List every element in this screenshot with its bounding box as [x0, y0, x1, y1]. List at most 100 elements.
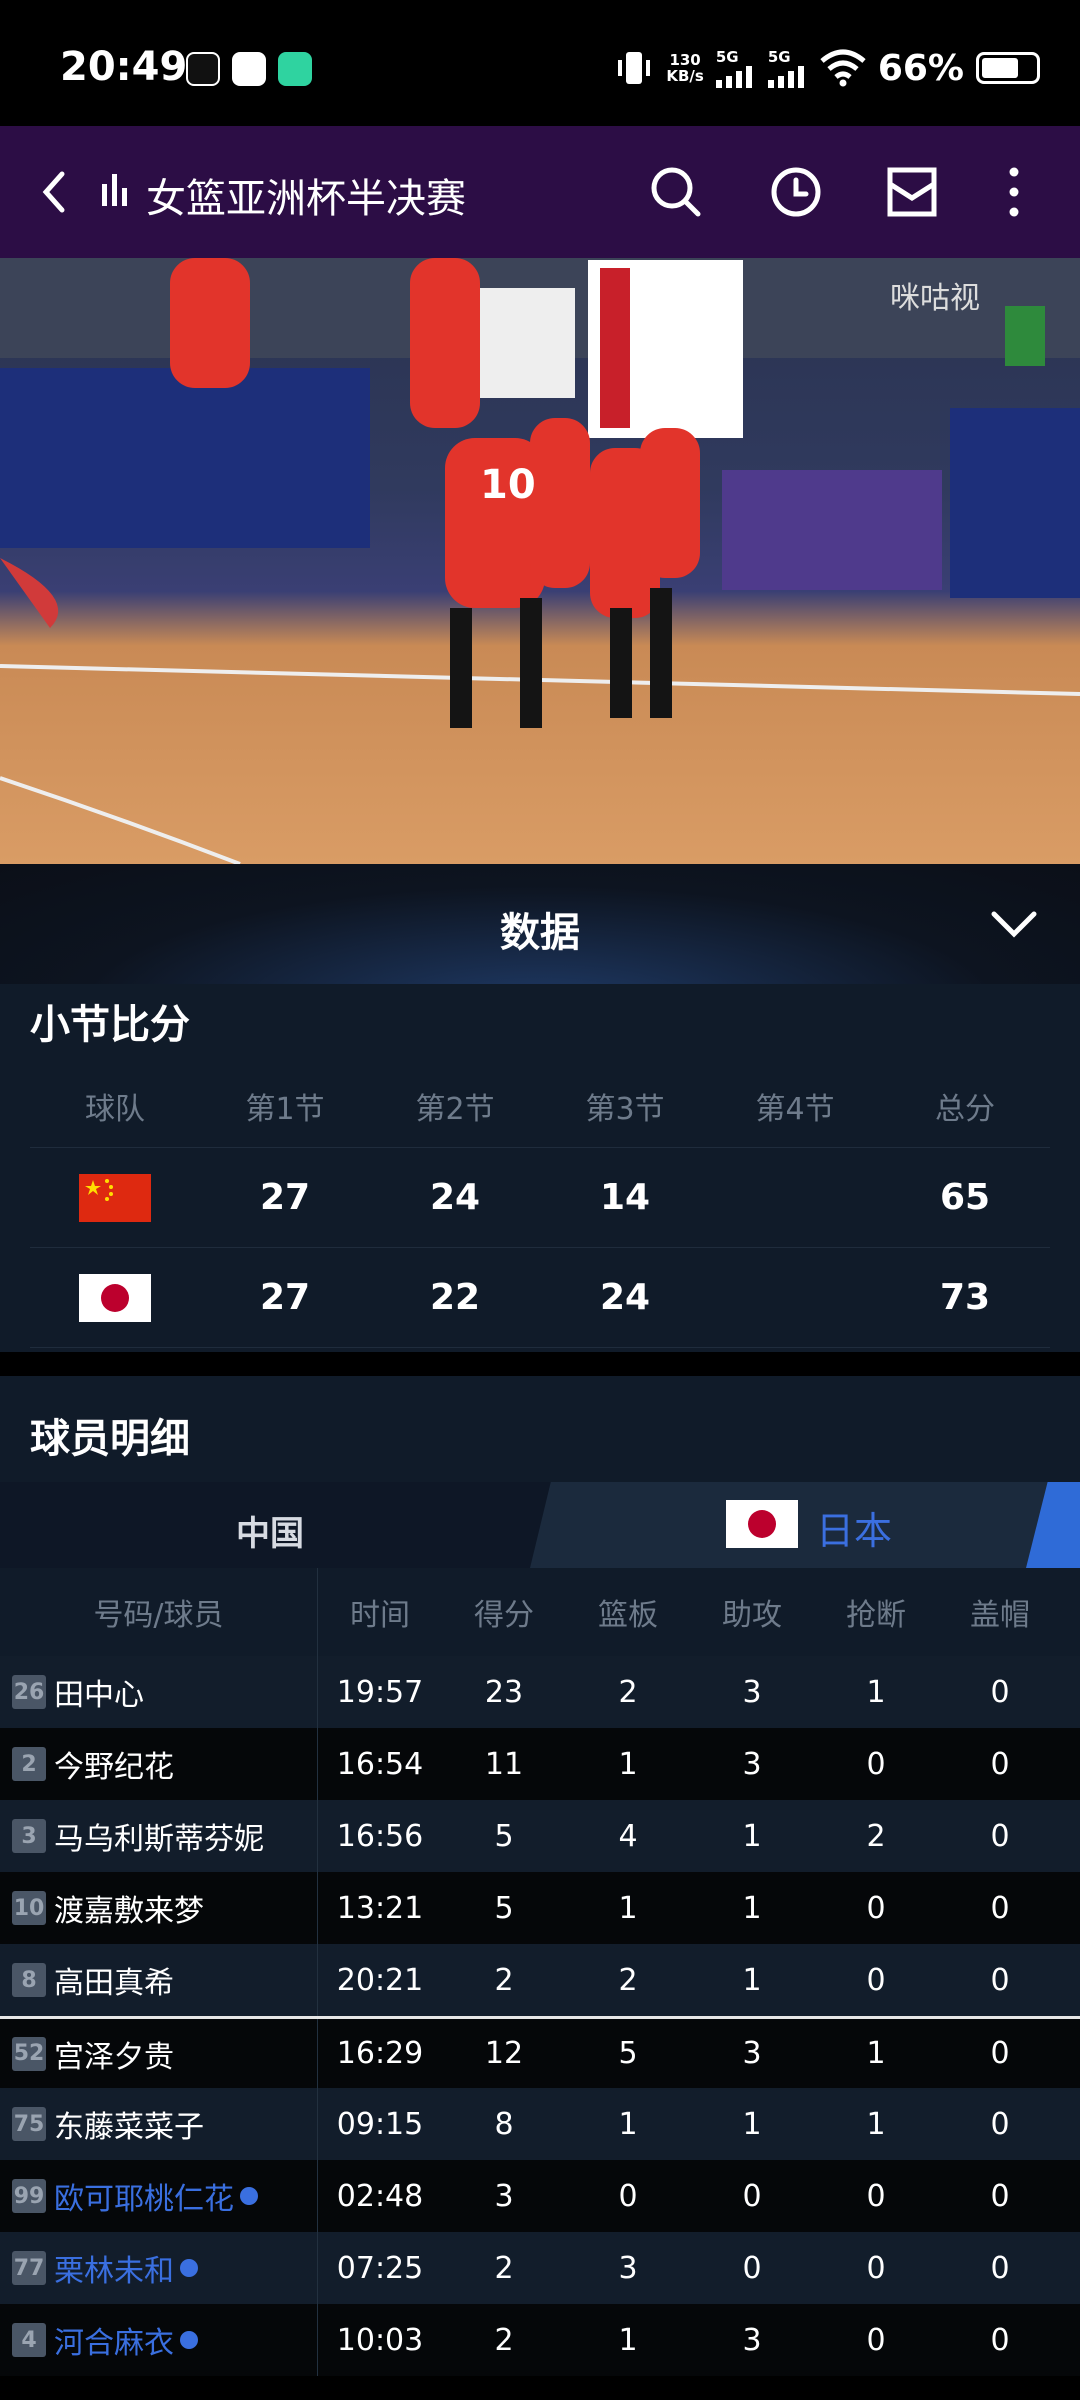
search-icon[interactable]: [642, 158, 710, 226]
signal-bars-icon: [767, 66, 804, 88]
cell-time: 10:03: [336, 2322, 424, 2358]
col-blocks: 盖帽: [970, 1598, 1030, 1633]
cell-points: 2: [494, 1962, 514, 1998]
player-cell: 26 田中心: [0, 1656, 318, 1728]
chevron-down-icon[interactable]: [986, 900, 1042, 948]
table-row[interactable]: 99 欧可耶桃仁花 02:48 3 0 0 0 0: [0, 2160, 1080, 2232]
cell-blocks: 0: [990, 2322, 1010, 2358]
cell-rebounds: 1: [618, 1746, 638, 1782]
table-row[interactable]: 75 东藤菜菜子 09:15 8 1 1 1 0: [0, 2088, 1080, 2160]
player-cell: 2 今野纪花: [0, 1728, 318, 1800]
cell-points: 5: [494, 1890, 514, 1926]
cell-assists: 1: [742, 1818, 762, 1854]
player-name: 渡嘉敷来梦: [54, 1894, 204, 1929]
video-frame: 10 咪咕视: [0, 258, 1080, 864]
score-q2: 22: [429, 1277, 481, 1318]
cell-points: 5: [494, 1818, 514, 1854]
signal-2: 5G: [767, 48, 808, 88]
table-row[interactable]: 26 田中心 19:57 23 2 3 1 0: [0, 1656, 1080, 1728]
col-time: 时间: [350, 1598, 410, 1633]
col-q2: 第2节: [415, 1091, 495, 1127]
cell-assists: 1: [742, 1962, 762, 1998]
net-speed-value: 130: [669, 51, 701, 69]
cell-steals: 0: [866, 2178, 886, 2214]
data-panel-title: 数据: [500, 910, 580, 956]
table-row[interactable]: 2 今野纪花 16:54 11 1 3 0 0: [0, 1728, 1080, 1800]
video-watermark: 咪咕视: [890, 281, 980, 316]
cell-steals: 0: [866, 1890, 886, 1926]
table-row[interactable]: 77 栗林未和 07:25 2 3 0 0 0: [0, 2232, 1080, 2304]
cell-steals: 2: [866, 1818, 886, 1854]
jersey-number: 52: [12, 2036, 46, 2071]
table-row[interactable]: 4 河合麻衣 10:03 2 1 3 0 0: [0, 2304, 1080, 2376]
more-icon[interactable]: [980, 158, 1048, 226]
jersey-number: 77: [12, 2251, 46, 2285]
jersey-number: 75: [12, 2107, 46, 2141]
tiktok-icon: [186, 52, 220, 86]
jersey-number: 26: [12, 1675, 46, 1709]
players-table-header: 号码/球员 时间 得分 篮板 助攻 抢断 盖帽: [0, 1568, 1080, 1656]
cell-time: 02:48: [336, 2178, 424, 2214]
svg-text:10: 10: [480, 462, 536, 508]
basketball-icon: [180, 2331, 198, 2349]
jersey-number: 10: [12, 1891, 46, 1925]
battery-icon: [976, 52, 1040, 84]
score-q1: 27: [259, 1177, 311, 1218]
col-q3: 第3节: [585, 1091, 665, 1127]
cell-steals: 0: [866, 1746, 886, 1782]
table-row[interactable]: 52 宫泽夕贵 16:29 12 5 3 1 0: [0, 2016, 1080, 2088]
player-cell: 77 栗林未和: [0, 2232, 318, 2304]
wifi-icon: [820, 49, 866, 87]
cell-blocks: 0: [990, 1962, 1010, 1998]
jersey-number: 2: [12, 1747, 46, 1781]
col-player: 号码/球员: [0, 1568, 318, 1656]
cell-assists: 0: [742, 2250, 762, 2286]
cell-assists: 1: [742, 2106, 762, 2142]
player-cell: 3 马乌利斯蒂芬妮: [0, 1800, 318, 1872]
cell-rebounds: 4: [618, 1818, 638, 1854]
status-bar: 20:49 130 KB/s 5G 5G 66%: [0, 0, 1080, 126]
table-row[interactable]: 10 渡嘉敷来梦 13:21 5 1 1 0 0: [0, 1872, 1080, 1944]
player-name: 河合麻衣: [54, 2326, 174, 2361]
cell-time: 07:25: [336, 2250, 424, 2286]
japan-flag-icon: [79, 1273, 151, 1322]
video-player[interactable]: 10 咪咕视: [0, 258, 1080, 864]
player-cell: 75 东藤菜菜子: [0, 2088, 318, 2160]
player-cell: 10 渡嘉敷来梦: [0, 1872, 318, 1944]
cell-assists: 3: [742, 1746, 762, 1782]
cell-rebounds: 1: [618, 1890, 638, 1926]
table-row[interactable]: 8 高田真希 20:21 2 2 1 0 0: [0, 1944, 1080, 2016]
back-button[interactable]: [26, 162, 86, 222]
cell-assists: 3: [742, 2036, 762, 2071]
cell-time: 16:29: [336, 2036, 424, 2071]
players-title: 球员明细: [30, 1416, 190, 1462]
player-cell: 99 欧可耶桃仁花: [0, 2160, 318, 2232]
signal-1-label: 5G: [715, 48, 739, 66]
player-name: 宫泽夕贵: [54, 2039, 174, 2075]
history-icon[interactable]: [762, 158, 830, 226]
notification-app-icon: [232, 52, 266, 86]
col-q1: 第1节: [245, 1091, 325, 1127]
cell-blocks: 0: [990, 1674, 1010, 1710]
cell-rebounds: 1: [618, 2106, 638, 2142]
player-name: 栗林未和: [54, 2254, 174, 2289]
table-row[interactable]: 3 马乌利斯蒂芬妮 16:56 5 4 1 2 0: [0, 1800, 1080, 1872]
cell-rebounds: 1: [618, 2322, 638, 2358]
inbox-icon[interactable]: [878, 158, 946, 226]
score-q2: 24: [429, 1177, 481, 1218]
score-q3: 24: [599, 1277, 651, 1318]
cell-steals: 0: [866, 1962, 886, 1998]
status-time: 20:49: [60, 44, 188, 90]
jersey-number: 4: [12, 2323, 46, 2357]
quarter-scores-title: 小节比分: [30, 1002, 190, 1048]
score-q1: 27: [259, 1277, 311, 1318]
cell-points: 23: [484, 1674, 524, 1710]
signal-1: 5G: [715, 48, 756, 88]
score-q3: 14: [599, 1177, 651, 1218]
cell-blocks: 0: [990, 2036, 1010, 2071]
japan-flag-icon: [726, 1500, 798, 1548]
basketball-icon: [180, 2259, 198, 2277]
cell-points: 12: [484, 2036, 524, 2071]
signal-2-label: 5G: [767, 48, 791, 66]
live-bars-icon: [102, 174, 127, 206]
